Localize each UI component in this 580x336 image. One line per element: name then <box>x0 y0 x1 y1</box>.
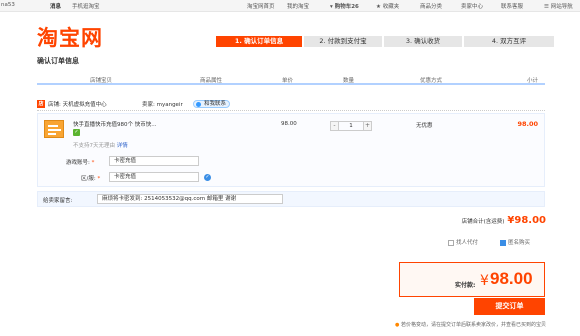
sitemap-link[interactable]: ☰ 网站导航 <box>544 2 573 10</box>
sitemap-label: 网站导航 <box>550 4 573 10</box>
currency-symbol: ¥ <box>480 273 489 289</box>
find-payer-checkbox[interactable] <box>448 239 454 246</box>
step-confirm-receipt: 3. 确认收货 <box>384 36 462 47</box>
messages-link[interactable]: 消息 <box>50 2 61 10</box>
promotion-value: 无优惠 <box>416 123 433 129</box>
item-thumbnail[interactable] <box>44 120 64 138</box>
shop-name-link[interactable]: 店铺: 天机虚拟充值中心 <box>48 100 107 108</box>
col-shop-item: 店铺宝贝 <box>90 78 113 84</box>
support-link[interactable]: 联系客服 <box>501 2 523 10</box>
anonymous-label: 匿名购买 <box>508 240 531 246</box>
store-total: 店铺合计(含运费) ¥98.00 <box>462 215 546 226</box>
find-payer-label: 找人代付 <box>456 240 479 246</box>
order-item: 快手直播快币充值980个 快币快... ✓ 不支持7天无理由 详情 98.00 … <box>37 113 545 187</box>
seller-message-row: 给卖家留言: 麻烦将卡密发到: 2514053532@qq.com 邮箱里 谢谢 <box>37 191 545 207</box>
col-attributes: 商品属性 <box>200 78 223 84</box>
username-link[interactable]: na53 <box>1 2 15 8</box>
column-headers: 店铺宝贝 商品属性 单价 数量 优惠方式 小计 <box>37 73 545 85</box>
col-quantity: 数量 <box>343 78 355 84</box>
quantity-input[interactable]: 1 <box>339 121 363 131</box>
seller-message-label: 给卖家留言: <box>43 198 73 204</box>
region-label: 区/服: * <box>81 174 100 182</box>
details-link[interactable]: 详情 <box>117 143 128 149</box>
final-payment-amount: 98.00 <box>490 269 533 288</box>
home-link[interactable]: 淘宝网首页 <box>247 2 275 10</box>
seller-name-link[interactable]: 卖家: myangeir <box>142 100 183 108</box>
col-subtotal: 小计 <box>527 78 539 84</box>
page-title: 确认订单信息 <box>37 57 79 65</box>
mobile-link[interactable]: 手机逛淘宝 <box>72 2 100 10</box>
step-confirm-order: 1. 确认订单信息 <box>216 36 302 47</box>
notice-text: 若价格变动，请在提交订单后联系卖家改价，并查看已买到的宝贝 <box>400 322 546 328</box>
final-payment-label: 实付款: <box>455 282 476 289</box>
required-marker: * <box>89 160 95 166</box>
find-payer-option[interactable]: 找人代付 <box>448 238 478 246</box>
decrease-quantity-button[interactable]: - <box>330 121 339 131</box>
menu-icon: ☰ <box>544 4 549 10</box>
contact-seller-button[interactable]: 和我联系 <box>193 100 231 108</box>
game-account-label-text: 游戏账号: <box>66 160 90 166</box>
categories-link[interactable]: 商品分类 <box>420 2 442 10</box>
warning-icon: ● <box>395 322 400 328</box>
wangwang-icon <box>196 102 201 107</box>
anonymous-checkbox[interactable] <box>500 239 506 246</box>
item-subtotal: 98.00 <box>517 120 538 128</box>
item-title-link[interactable]: 快手直播快币充值980个 快币快... <box>73 120 157 128</box>
cart-link[interactable]: ▾ 购物车26 <box>330 2 359 10</box>
no-refund-notice: 不支持7天无理由 详情 <box>73 141 128 149</box>
step-pay: 2. 付款到支付宝 <box>304 36 382 47</box>
top-bar: na53 消息 手机逛淘宝 淘宝网首页 我的淘宝 ▾ 购物车26 ★ 收藏夹 商… <box>0 0 580 12</box>
game-account-label: 游戏账号: * <box>66 158 94 166</box>
taobao-logo[interactable]: 淘宝网 <box>37 22 103 52</box>
star-icon: ★ <box>376 4 381 10</box>
game-account-input[interactable]: 卡密充值 <box>109 156 199 166</box>
step-review: 4. 双方互评 <box>464 36 554 47</box>
seller-center-link[interactable]: 卖家中心 <box>461 2 483 10</box>
col-promotion: 优惠方式 <box>420 78 443 84</box>
final-payment-box: 实付款: ¥ 98.00 <box>399 262 545 297</box>
shop-row: 店 店铺: 天机虚拟充值中心 卖家: myangeir 和我联系 <box>37 99 545 111</box>
store-total-label: 店铺合计(含运费) <box>461 219 505 225</box>
favorites-link[interactable]: ★ 收藏夹 <box>376 2 399 10</box>
price-change-notice: ● 若价格变动，请在提交订单后联系卖家改价，并查看已买到的宝贝 <box>395 321 546 328</box>
increase-quantity-button[interactable]: + <box>363 121 372 131</box>
no-refund-text: 不支持7天无理由 <box>73 143 115 149</box>
submit-order-button[interactable]: 提交订单 <box>474 298 545 315</box>
tmall-icon: 店 <box>37 100 45 108</box>
store-total-amount: ¥98.00 <box>507 215 546 226</box>
cart-label: 购物车 <box>334 4 352 10</box>
anonymous-option[interactable]: 匿名购买 <box>500 238 530 246</box>
check-icon: ✓ <box>204 174 211 181</box>
required-marker: * <box>95 176 101 182</box>
unit-price: 98.00 <box>281 121 297 127</box>
cart-count: 26 <box>351 4 359 10</box>
region-input[interactable]: 卡密充值 <box>109 172 199 182</box>
seller-message-input[interactable]: 麻烦将卡密发到: 2514053532@qq.com 邮箱里 谢谢 <box>97 194 283 204</box>
cart-icon: ▾ <box>330 4 333 10</box>
my-taobao-link[interactable]: 我的淘宝 <box>287 2 309 10</box>
region-label-text: 区/服: <box>81 176 96 182</box>
consumer-protection-icon: ✓ <box>73 129 80 136</box>
favorites-label: 收藏夹 <box>382 4 400 10</box>
contact-label: 和我联系 <box>204 101 227 107</box>
col-price: 单价 <box>282 78 294 84</box>
